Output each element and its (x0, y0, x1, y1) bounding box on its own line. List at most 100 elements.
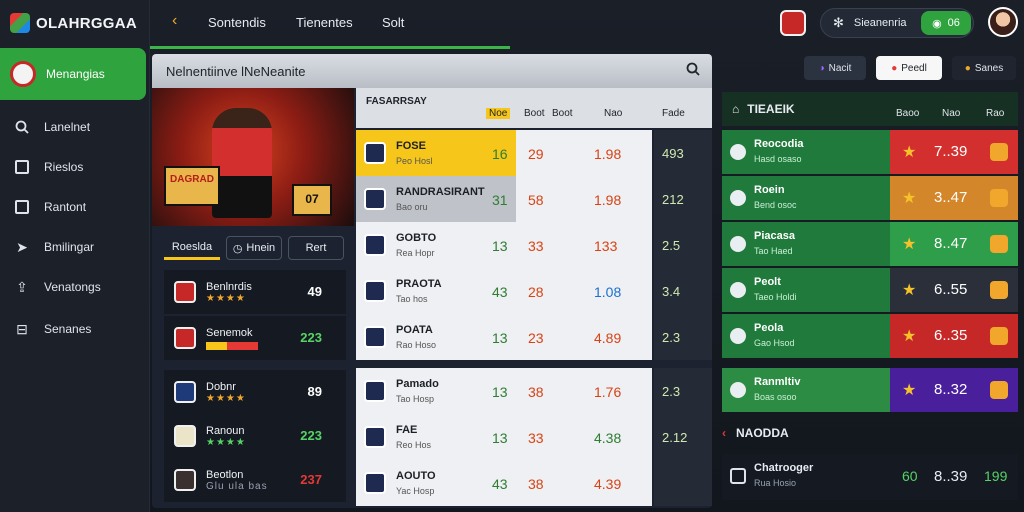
list-item[interactable]: Benlnrdis ★★★★ 49 (164, 270, 346, 314)
chip-label: Peedl (901, 62, 927, 74)
stat-val: 3..47 (934, 189, 968, 206)
stat-4: 212 (662, 192, 684, 207)
clock-icon: ◷ (232, 242, 243, 255)
list-item[interactable]: Roein Bend osoc ★ 3..47 (722, 176, 1018, 220)
item-score: 89 (307, 384, 322, 399)
progress-bar (206, 341, 258, 350)
square-icon (14, 159, 30, 175)
crest-icon (364, 142, 386, 164)
table-row[interactable]: AOUTO Yac Hosp 43 38 4.39 (356, 460, 712, 506)
list-item[interactable]: Ranmltiv Boas osoo ★ 8..32 (722, 368, 1018, 412)
item-name: Dobnr (206, 380, 236, 393)
table-row[interactable]: PRAOTA Tao hos 43 28 1.08 3.4 (356, 268, 712, 314)
toggle-icon: ◑ (818, 62, 825, 74)
chip-1[interactable]: ◑ Nacit (804, 56, 866, 80)
stat-val: 8..32 (934, 381, 968, 398)
list-item[interactable]: Reocodia Hasd osaso ★ 7..39 (722, 130, 1018, 174)
list-item[interactable]: Piacasa Tao Haed ★ 8..47 (722, 222, 1018, 266)
item-name: Peolt (754, 276, 781, 288)
nav-tab-3[interactable]: Solt (382, 15, 404, 30)
stat-val: 6..55 (934, 281, 968, 298)
item-sub: Bend osoc (754, 200, 797, 210)
crest-icon (364, 472, 386, 494)
star-icon: ★ (902, 382, 917, 399)
hero-banner[interactable]: DAGRAD 07 (152, 88, 354, 226)
home-icon: ⌂ (732, 102, 740, 116)
sidebar-item-6[interactable]: ⊟ Senanes (14, 318, 91, 340)
list-item[interactable]: Dobnr ★★★★ 89 (164, 370, 346, 414)
team-icon (730, 236, 746, 252)
sidebar-item-4[interactable]: ➤ Bmilingar (14, 236, 94, 258)
stat-4: 3.4 (662, 284, 681, 299)
mini-tab-3[interactable]: Rert (288, 236, 344, 260)
team-name: AOUTO (396, 470, 436, 482)
col-header: Baoo (896, 108, 920, 119)
item-name: Ranoun (206, 424, 245, 437)
avatar[interactable] (988, 7, 1018, 37)
list-item[interactable]: Beotlon Glu ula bas 237 (164, 458, 346, 502)
col-header: Nao (942, 108, 961, 119)
table-row[interactable]: GOBTO Rea Hopr 13 33 133 2.5 (356, 222, 712, 268)
mini-tabs: Roeslda ◷ Hnein Rert (164, 236, 344, 262)
table-row[interactable]: FAE Reo Hos 13 33 4.38 2.12 (356, 414, 712, 460)
shield-icon[interactable] (780, 10, 806, 36)
item-sub: Gao Hsod (754, 338, 795, 348)
sidebar-item-1[interactable]: Lanelnet (14, 116, 90, 138)
table-row[interactable]: POATA Rao Hoso 13 23 4.89 2.3 (356, 314, 712, 360)
user-pill[interactable]: ✻ Sieanenria ◉ 06 (820, 8, 974, 38)
mini-tab-1[interactable]: Roeslda (164, 236, 220, 260)
team-sub: Peo Hosl (396, 156, 433, 166)
item-score: 49 (307, 284, 322, 299)
stat-2: 38 (528, 476, 544, 492)
coin-icon: ● (964, 62, 971, 74)
chip-2[interactable]: ● Peedl (876, 56, 942, 80)
team-icon (730, 282, 746, 298)
sidebar-item-3[interactable]: Rantont (14, 196, 86, 218)
list-item[interactable]: Peola Gao Hsod ★ 6..35 (722, 314, 1018, 358)
badge-icon (990, 189, 1008, 207)
stat-2: 29 (528, 146, 544, 162)
list-item[interactable]: Ranoun ★★★★ 223 (164, 414, 346, 458)
nav-tab-1[interactable]: Sontendis (208, 15, 266, 30)
rating-stars: ★★★★ (206, 292, 246, 304)
back-arrow-icon[interactable]: ‹ (172, 12, 177, 30)
toggle-button[interactable]: ◉ 06 (921, 11, 971, 35)
stat-1: 43 (492, 284, 508, 300)
star-icon: ★ (902, 328, 917, 345)
sidebar-item-2[interactable]: Rieslos (14, 156, 83, 178)
sidebar-item-active[interactable]: Menangias (0, 48, 146, 100)
nav-tab-2[interactable]: Tienentes (296, 15, 353, 30)
stat-1: 13 (492, 330, 508, 346)
item-sub: Taeo Holdi (754, 292, 797, 302)
panel-header: Nelnentiinve lNeNeanite (152, 54, 712, 88)
sidebar-item-label: Rieslos (44, 160, 84, 174)
avatar-icon (174, 469, 196, 491)
sidebar-item-5[interactable]: ⇪ Venatongs (14, 276, 101, 298)
stat-1: 16 (492, 146, 508, 162)
item-sub: Glu ula bas (206, 480, 268, 492)
item-name: Piacasa (754, 230, 795, 242)
table-row[interactable]: Pamado Tao Hosp 13 38 1.76 2.3 (356, 368, 712, 414)
stat-3: 1.98 (594, 192, 622, 208)
list-item[interactable]: Senemok 223 (164, 316, 346, 360)
table-row[interactable]: RANDRASIRANT Bao oru 31 58 1.98 212 (356, 176, 712, 222)
stat-2: 38 (528, 384, 544, 400)
crest-icon (364, 280, 386, 302)
stat-3: 1.98 (594, 146, 622, 162)
sidebar-item-label: Rantont (44, 200, 87, 214)
list-item[interactable]: Chatrooger Rua Hosio 60 8..39 199 (722, 454, 1018, 500)
team-icon (730, 144, 746, 160)
hero-sign: DAGRAD (164, 166, 220, 206)
badge-icon (990, 381, 1008, 399)
right-panel-header: ⌂ TIEAEIK (722, 92, 1018, 126)
chip-3[interactable]: ● Sanes (952, 56, 1016, 80)
mini-tab-2[interactable]: ◷ Hnein (226, 236, 282, 260)
stat-3: 4.39 (594, 476, 622, 492)
app-logo[interactable]: OLAHRGGAA (10, 10, 137, 36)
table-row[interactable]: FOSE Peo Hosl 16 29 1.98 493 (356, 130, 712, 176)
list-item[interactable]: Peolt Taeo Holdi ★ 6..55 (722, 268, 1018, 312)
team-name: RANDRASIRANT (396, 186, 485, 198)
team-sub: Rea Hopr (396, 248, 435, 258)
stat-4: 493 (662, 146, 684, 161)
search-icon[interactable] (686, 62, 700, 79)
